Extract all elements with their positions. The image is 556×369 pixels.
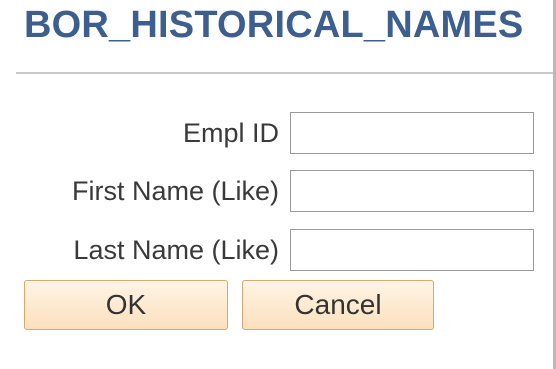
first-name-label: First Name (Like)	[71, 176, 279, 206]
last-name-label: Last Name (Like)	[73, 235, 279, 265]
last-name-input[interactable]	[290, 229, 534, 271]
empl-id-label: Empl ID	[182, 118, 279, 148]
last-name-row: Last Name (Like)	[0, 229, 556, 271]
ok-button[interactable]: OK	[24, 280, 228, 330]
search-dialog: BOR_HISTORICAL_NAMES Empl ID First Name …	[0, 0, 556, 369]
empl-id-input[interactable]	[290, 112, 534, 154]
title-divider	[16, 72, 553, 74]
first-name-row: First Name (Like)	[0, 170, 556, 212]
empl-id-row: Empl ID	[0, 112, 556, 154]
first-name-input[interactable]	[290, 170, 534, 212]
page-title: BOR_HISTORICAL_NAMES	[24, 4, 524, 46]
cancel-button[interactable]: Cancel	[242, 280, 434, 330]
